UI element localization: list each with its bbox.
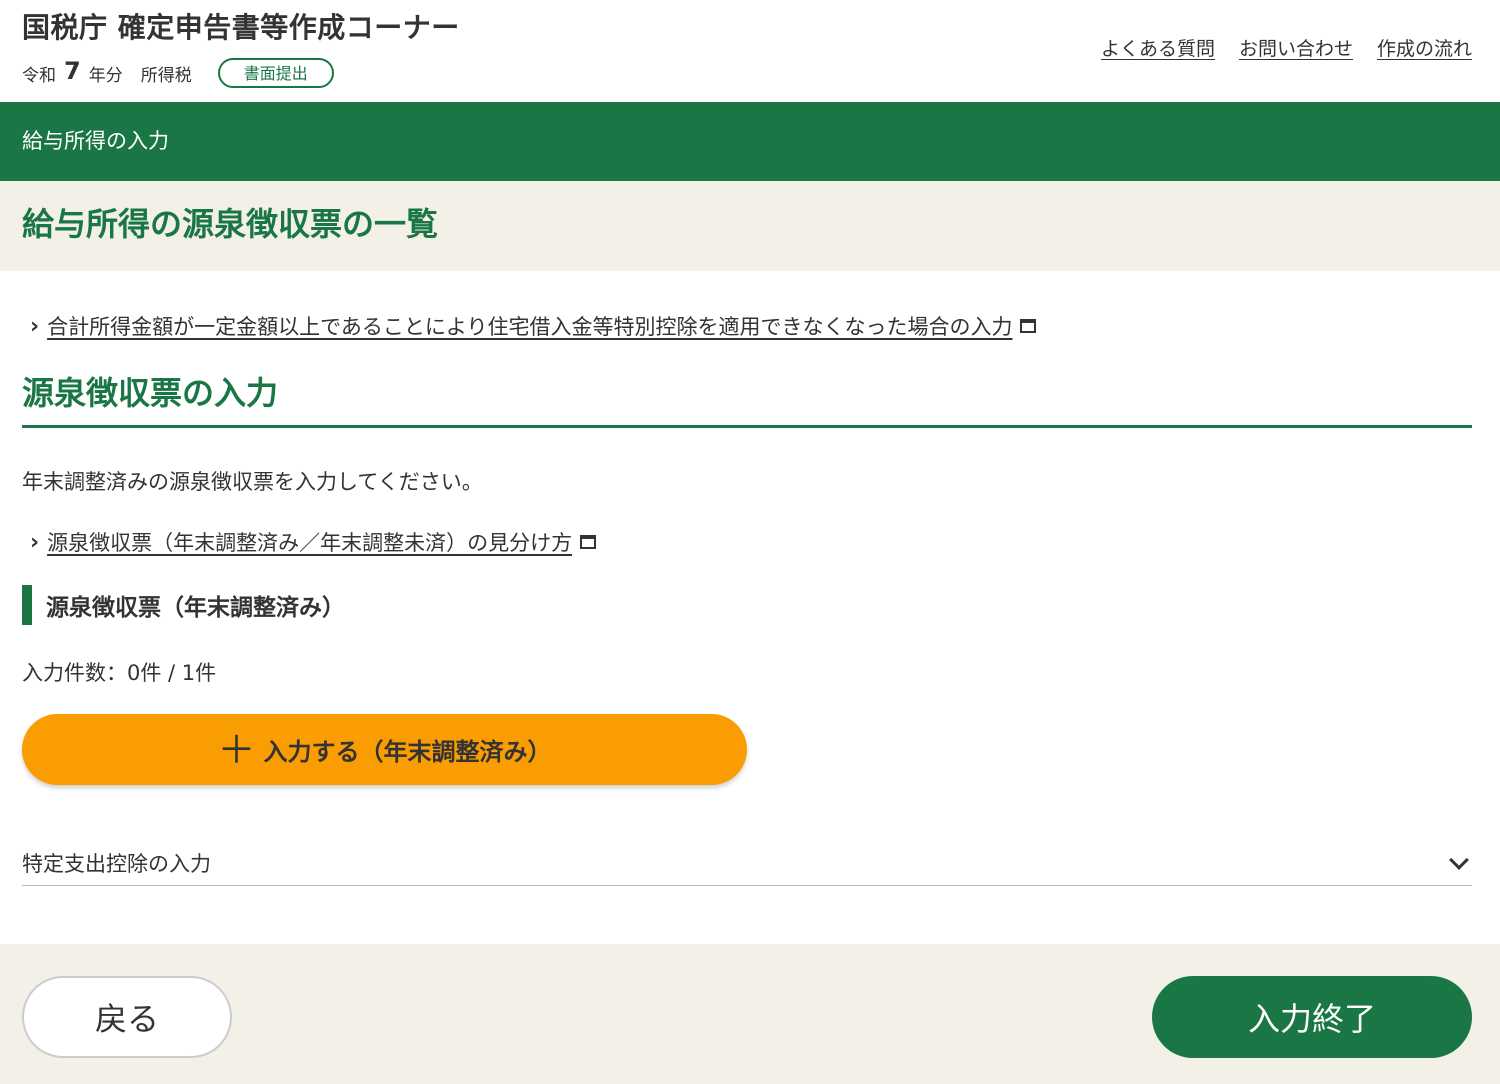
contact-link[interactable]: お問い合わせ <box>1239 34 1353 61</box>
specific-expense-accordion[interactable]: 特定支出控除の入力 <box>22 841 1472 886</box>
section-bar: 給与所得の入力 <box>0 102 1500 181</box>
flow-link[interactable]: 作成の流れ <box>1377 34 1472 61</box>
year-number: 7 <box>64 57 81 85</box>
site-title: 国税庁 確定申告書等作成コーナー <box>22 11 460 44</box>
add-button-label: 入力する（年末調整済み） <box>263 738 552 766</box>
main-content: › 合計所得金額が一定金額以上であることにより住宅借入金等特別控除を適用できなく… <box>0 271 1500 946</box>
year-suffix: 年分 <box>88 65 123 86</box>
chevron-right-icon: › <box>30 313 40 339</box>
external-window-icon <box>1020 319 1037 333</box>
submission-method-badge: 書面提出 <box>217 58 334 88</box>
finish-input-button[interactable]: 入力終了 <box>1152 976 1472 1058</box>
page-title-area: 給与所得の源泉徴収票の一覧 <box>0 181 1500 271</box>
housing-loan-link-row: › 合計所得金額が一定金額以上であることにより住宅借入金等特別控除を適用できなく… <box>30 311 1037 341</box>
chevron-down-icon <box>1449 850 1469 870</box>
add-withholding-slip-button[interactable]: ＋ 入力する（年末調整済み） <box>22 714 747 785</box>
era-label: 令和 <box>22 65 56 86</box>
faq-link[interactable]: よくある質問 <box>1101 34 1215 61</box>
header-links: よくある質問 お問い合わせ 作成の流れ <box>1101 34 1472 61</box>
chevron-right-icon: › <box>30 529 40 555</box>
instruction-text: 年末調整済みの源泉徴収票を入力してください。 <box>22 470 483 494</box>
housing-loan-deduction-link[interactable]: 合計所得金額が一定金額以上であることにより住宅借入金等特別控除を適用できなくなっ… <box>47 311 1012 341</box>
section-heading-text: 源泉徴収票の入力 <box>22 374 279 412</box>
header: 国税庁 確定申告書等作成コーナー 令和 7 年分 所得税 書面提出 よくある質問… <box>0 0 1500 102</box>
sub-heading: 源泉徴収票（年末調整済み） <box>22 585 345 625</box>
section-heading: 源泉徴収票の入力 <box>22 371 1472 428</box>
external-window-icon <box>580 535 597 549</box>
accordion-label: 特定支出控除の入力 <box>22 852 211 876</box>
distinguish-link-row: › 源泉徴収票（年末調整済み／年末調整未済）の見分け方 <box>30 527 597 557</box>
footer: 戻る 入力終了 <box>0 944 1500 1084</box>
input-count: 入力件数：0件 / 1件 <box>22 661 217 685</box>
plus-icon: ＋ <box>217 727 256 772</box>
tax-type-label: 所得税 <box>140 65 192 86</box>
page-title: 給与所得の源泉徴収票の一覧 <box>22 205 439 243</box>
distinguish-link[interactable]: 源泉徴収票（年末調整済み／年末調整未済）の見分け方 <box>47 527 572 557</box>
tax-year-row: 令和 7 年分 所得税 書面提出 <box>22 57 334 88</box>
back-button[interactable]: 戻る <box>22 976 232 1058</box>
